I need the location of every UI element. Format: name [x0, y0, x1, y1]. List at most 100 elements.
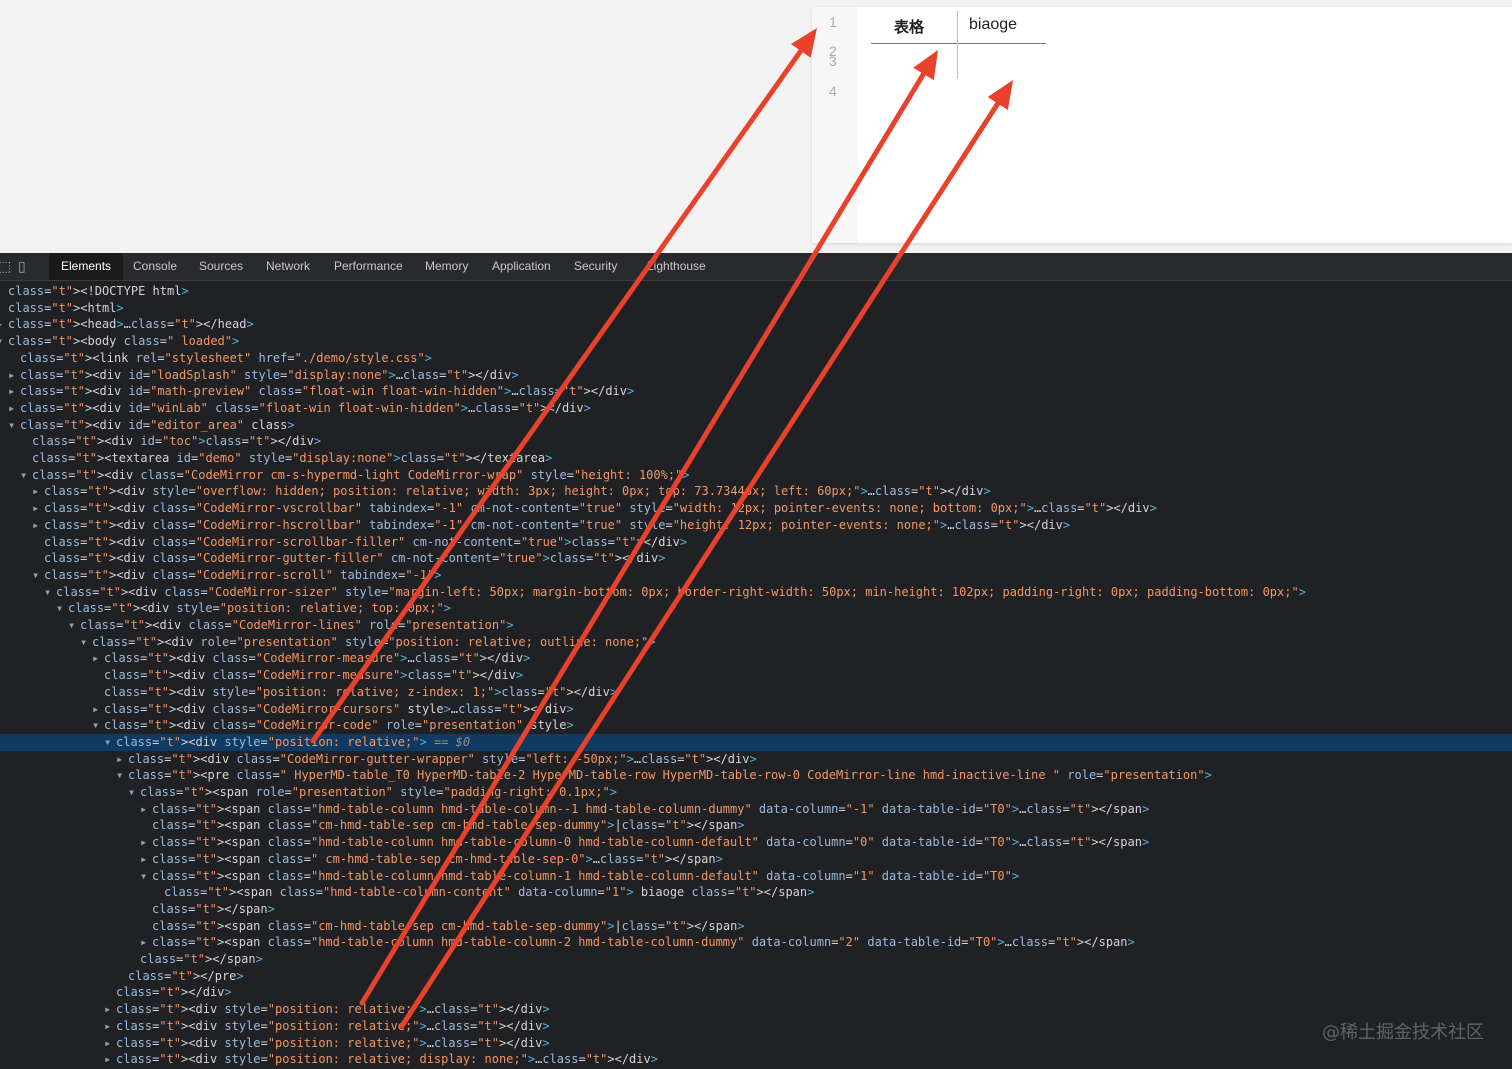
expand-triangle-icon[interactable]: ▸: [140, 834, 152, 851]
dom-node-row[interactable]: class="t"></div>: [0, 984, 1512, 1001]
dom-node-row[interactable]: ▾ class="t"><div class="CodeMirror-scroll…: [0, 567, 1512, 584]
dom-node-row[interactable]: ▸ class="t"><span class="hmd-table-column…: [0, 801, 1512, 818]
line-number-gutter: 1 2 3 4: [812, 7, 858, 243]
expand-triangle-icon[interactable]: ▸: [0, 316, 8, 333]
expand-triangle-icon[interactable]: ▸: [8, 367, 20, 384]
dom-node-row[interactable]: ▾ class="t"><span role="presentation" sty…: [0, 784, 1512, 801]
dom-node-row[interactable]: ▸ class="t"><div id="loadSplash" style="d…: [0, 367, 1512, 384]
expand-triangle-icon[interactable]: ▸: [8, 400, 20, 417]
dom-node-row[interactable]: ▸ class="t"><div style="position: relativ…: [0, 1018, 1512, 1035]
dom-node-row[interactable]: ▸ class="t"><div style="position: relativ…: [0, 1035, 1512, 1052]
collapse-triangle-icon[interactable]: ▾: [140, 868, 152, 885]
collapse-triangle-icon[interactable]: ▾: [44, 584, 56, 601]
table-header-cell[interactable]: biaoge: [969, 16, 1017, 34]
tab-lighthouse[interactable]: Lighthouse: [635, 253, 718, 280]
tab-sources[interactable]: Sources: [187, 253, 255, 280]
collapse-triangle-icon[interactable]: ▾: [80, 634, 92, 651]
dom-node-row[interactable]: class="t"><link rel="stylesheet" href=".…: [0, 350, 1512, 367]
dom-node-row[interactable]: class="t"><!DOCTYPE html>: [0, 283, 1512, 300]
expand-triangle-icon[interactable]: ▸: [92, 650, 104, 667]
dom-node-row[interactable]: ▸ class="t"><div style="overflow: hidden;…: [0, 483, 1512, 500]
collapse-triangle-icon[interactable]: ▾: [0, 333, 8, 350]
tab-network[interactable]: Network: [254, 253, 322, 280]
collapse-triangle-icon[interactable]: ▾: [68, 617, 80, 634]
dom-node-row[interactable]: ▸ class="t"><div class="CodeMirror-vscrol…: [0, 500, 1512, 517]
dom-node-row[interactable]: ▸ class="t"><span class="hmd-table-column…: [0, 934, 1512, 951]
collapse-triangle-icon[interactable]: ▾: [56, 600, 68, 617]
tab-security[interactable]: Security: [562, 253, 629, 280]
dom-node-row[interactable]: class="t"><span class="cm-hmd-table-sep …: [0, 918, 1512, 935]
dom-node-row[interactable]: ▸ class="t"><div class="CodeMirror-gutter…: [0, 751, 1512, 768]
dom-node-row[interactable]: class="t"><textarea id="demo" style="dis…: [0, 450, 1512, 467]
dom-node-row[interactable]: ▾ class="t"><div style="position: relativ…: [0, 733, 1512, 751]
dom-node-row[interactable]: class="t"><div class="CodeMirror-scrollb…: [0, 534, 1512, 551]
expand-triangle-icon[interactable]: ▸: [104, 1001, 116, 1018]
expand-triangle-icon[interactable]: ▸: [104, 1018, 116, 1035]
dom-node-row[interactable]: ▾ class="t"><div class="CodeMirror-sizer"…: [0, 584, 1512, 601]
tab-console[interactable]: Console: [121, 253, 189, 280]
dom-node-row[interactable]: ▾ class="t"><div class="CodeMirror-code" …: [0, 717, 1512, 734]
inspect-icon[interactable]: ⬚: [0, 258, 11, 275]
dom-node-row[interactable]: ▸class="t"><head>…class="t"></head>: [0, 316, 1512, 333]
expand-triangle-icon[interactable]: ▸: [140, 851, 152, 868]
collapse-triangle-icon[interactable]: ▾: [116, 767, 128, 784]
dom-node-row[interactable]: class="t"><div class="CodeMirror-measure…: [0, 667, 1512, 684]
dom-node-row[interactable]: class="t"><html>: [0, 300, 1512, 317]
dom-node-row[interactable]: class="t"><div style="position: relative…: [0, 684, 1512, 701]
dom-node-markup: class="t"><div class="CodeMirror-scrollb…: [44, 534, 688, 549]
expand-triangle-icon[interactable]: ▸: [104, 1035, 116, 1052]
dom-node-row[interactable]: class="t"><span class="hmd-table-column-…: [0, 884, 1512, 901]
collapse-triangle-icon[interactable]: ▾: [32, 567, 44, 584]
collapse-triangle-icon[interactable]: ▾: [92, 717, 104, 734]
device-toolbar-icon[interactable]: ▯: [18, 258, 26, 275]
dom-node-row[interactable]: ▾ class="t"><div class="CodeMirror cm-s-h…: [0, 467, 1512, 484]
dom-node-markup: class="t"><div class="CodeMirror-gutter-…: [128, 751, 757, 766]
collapse-triangle-icon[interactable]: ▾: [20, 467, 32, 484]
table-header-cell[interactable]: 表格: [894, 16, 924, 37]
dom-node-markup: class="t"><div style="position: relative…: [104, 684, 618, 699]
dom-node-markup: class="t"><span class="cm-hmd-table-sep …: [152, 818, 745, 833]
dom-tree: class="t"><!DOCTYPE html> class="t"><html…: [0, 281, 1512, 1069]
dom-node-row[interactable]: ▸ class="t"><div id="math-preview" class=…: [0, 383, 1512, 400]
editor-area[interactable]: 1 2 3 4 表格 biaoge: [812, 7, 1512, 243]
dom-node-row[interactable]: ▾ class="t"><pre class=" HyperMD-table_T0…: [0, 767, 1512, 784]
dom-node-row[interactable]: class="t"><div id="toc">class="t"></div>: [0, 433, 1512, 450]
expand-triangle-icon[interactable]: ▸: [140, 801, 152, 818]
dom-node-row[interactable]: ▾ class="t"><span class="hmd-table-column…: [0, 868, 1512, 885]
expand-triangle-icon[interactable]: ▸: [8, 383, 20, 400]
dom-node-row[interactable]: ▾ class="t"><div class="CodeMirror-lines"…: [0, 617, 1512, 634]
dom-node-row[interactable]: ▸ class="t"><span class="hmd-table-column…: [0, 834, 1512, 851]
dom-node-row[interactable]: ▸ class="t"><div class="CodeMirror-measur…: [0, 650, 1512, 667]
expand-triangle-icon[interactable]: ▸: [104, 1051, 116, 1068]
dom-node-row[interactable]: ▸ class="t"><span class=" cm-hmd-table-se…: [0, 851, 1512, 868]
dom-node-row[interactable]: class="t"></pre>: [0, 968, 1512, 985]
dom-node-row[interactable]: class="t"><div class="CodeMirror-gutter-…: [0, 550, 1512, 567]
expand-triangle-icon[interactable]: ▸: [32, 483, 44, 500]
dom-node-row[interactable]: class="t"></span>: [0, 951, 1512, 968]
dom-node-row[interactable]: ▸ class="t"><div class="CodeMirror-cursor…: [0, 701, 1512, 718]
tab-memory[interactable]: Memory: [413, 253, 480, 280]
collapse-triangle-icon[interactable]: ▾: [128, 784, 140, 801]
dom-node-row[interactable]: ▾ class="t"><div role="presentation" styl…: [0, 634, 1512, 651]
expand-triangle-icon[interactable]: ▸: [32, 500, 44, 517]
dom-node-row[interactable]: ▸ class="t"><div id="winLab" class="float…: [0, 400, 1512, 417]
dom-node-row[interactable]: class="t"><span class="cm-hmd-table-sep …: [0, 817, 1512, 834]
tab-elements[interactable]: Elements: [49, 253, 124, 280]
expand-triangle-icon[interactable]: ▸: [116, 751, 128, 768]
collapse-triangle-icon[interactable]: ▾: [104, 734, 116, 751]
dom-node-row[interactable]: class="t"></span>: [0, 901, 1512, 918]
tab-performance[interactable]: Performance: [322, 253, 415, 280]
dom-node-row[interactable]: ▸ class="t"><div style="position: relativ…: [0, 1051, 1512, 1068]
dom-node-row[interactable]: ▸ class="t"><div class="CodeMirror-hscrol…: [0, 517, 1512, 534]
collapse-triangle-icon[interactable]: ▾: [8, 417, 20, 434]
expand-triangle-icon[interactable]: ▸: [92, 701, 104, 718]
tab-application[interactable]: Application: [480, 253, 563, 280]
dom-node-row[interactable]: ▾class="t"><body class=" loaded">: [0, 333, 1512, 350]
dom-node-row[interactable]: ▾ class="t"><div id="editor_area" class>: [0, 417, 1512, 434]
dom-node-markup: class="t"><div class="CodeMirror-gutter-…: [44, 551, 666, 566]
expand-triangle-icon[interactable]: ▸: [140, 934, 152, 951]
dom-node-row[interactable]: ▾ class="t"><div style="position: relativ…: [0, 600, 1512, 617]
expand-triangle-icon[interactable]: ▸: [32, 517, 44, 534]
dom-node-markup: class="t"><div id="toc">class="t"></div>: [32, 434, 322, 449]
dom-node-row[interactable]: ▸ class="t"><div style="position: relativ…: [0, 1001, 1512, 1018]
